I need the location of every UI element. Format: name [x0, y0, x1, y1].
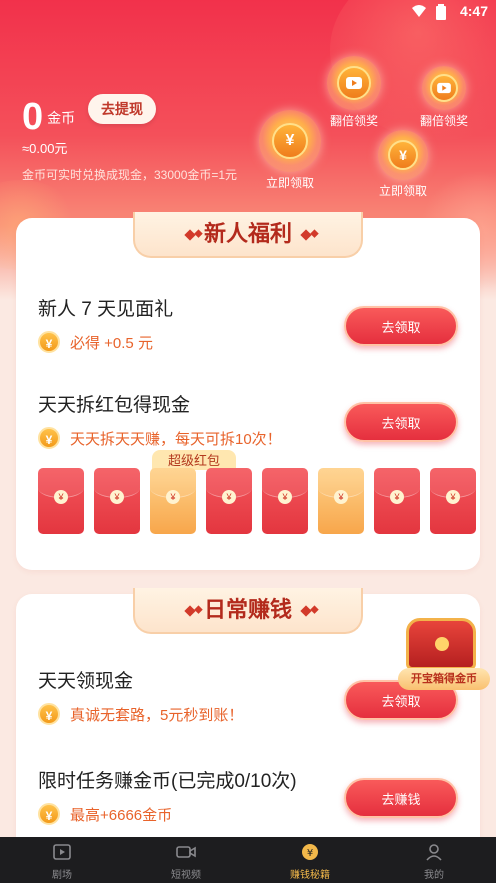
yen-coin-icon: ¥: [302, 844, 318, 860]
bottom-nav: 剧场 短视频 ¥ 赚钱秘籍 我的: [0, 837, 496, 883]
earn-button[interactable]: 去赚钱: [344, 778, 458, 818]
task-reward-text: 真诚无套路，5元秒到账！: [70, 706, 244, 724]
red-packet[interactable]: ¥: [430, 468, 476, 534]
video-camera-icon: [176, 846, 196, 858]
battery-icon: [436, 4, 446, 20]
nav-item-mine[interactable]: 我的: [372, 837, 496, 883]
double-reward-bubble[interactable]: 翻倍领奖: [414, 66, 474, 129]
super-red-packet-tag: 超级红包: [152, 450, 236, 470]
svg-text:¥: ¥: [307, 848, 313, 859]
treasure-chest-widget[interactable]: 开宝箱得金币: [398, 614, 494, 696]
yen-coin-icon: ¥: [38, 803, 60, 825]
nav-item-label: 我的: [424, 870, 444, 881]
bubble-label: 立即领取: [378, 184, 427, 198]
coin-balance-unit: 金币: [47, 109, 76, 126]
bubble-label: 翻倍领奖: [329, 114, 378, 128]
yen-coin-icon: ¥: [38, 703, 60, 725]
yen-coin-icon: ¥: [38, 331, 60, 353]
claim-coin-bubble[interactable]: ¥ 立即领取: [370, 130, 436, 199]
diamond-ornament-icon: [300, 229, 312, 241]
diamond-ornament-icon: [300, 605, 312, 617]
nav-item-earn-secrets[interactable]: ¥ 赚钱秘籍: [248, 837, 372, 883]
nav-item-short-video[interactable]: 短视频: [124, 837, 248, 883]
wifi-icon: [412, 5, 426, 17]
red-packet[interactable]: ¥: [262, 468, 308, 534]
nav-item-label: 剧场: [52, 870, 72, 881]
task-reward-text: 天天拆天天赚，每天可拆10次！: [70, 430, 282, 448]
coin-balance: 0 金币: [22, 96, 75, 139]
coin-balance-value: 0: [22, 96, 44, 138]
bubble-label: 立即领取: [265, 176, 314, 190]
red-packet[interactable]: ¥: [206, 468, 252, 534]
exchange-rate-note: 金币可实时兑换成现金，33000金币=1元: [22, 168, 238, 182]
status-time: 4:47: [459, 3, 488, 19]
nav-item-label: 赚钱秘籍: [290, 870, 330, 881]
yen-coin-icon: ¥: [38, 427, 60, 449]
diamond-ornament-icon: [184, 229, 196, 241]
red-packet-super[interactable]: ¥: [318, 468, 364, 534]
newbie-benefits-card: 新人福利 新人 7 天见面礼 ¥ 必得 +0.5 元 去领取 天天拆红包得现金 …: [16, 212, 480, 570]
treasure-chest-icon: [406, 618, 476, 670]
section-heading: 日常赚钱: [133, 588, 363, 634]
status-bar: 4:47: [0, 0, 496, 24]
bubble-label: 翻倍领奖: [419, 114, 468, 128]
cash-equivalent: ≈0.00元: [22, 141, 68, 156]
claim-coin-bubble[interactable]: ¥ 立即领取: [256, 110, 324, 191]
treasure-chest-label: 开宝箱得金币: [398, 668, 490, 690]
red-packet[interactable]: ¥: [94, 468, 140, 534]
task-reward-text: 必得 +0.5 元: [70, 334, 153, 352]
section-heading-text: 新人福利: [203, 221, 292, 246]
red-packet[interactable]: ¥: [38, 468, 84, 534]
diamond-ornament-icon: [184, 605, 196, 617]
section-heading-text: 日常赚钱: [203, 597, 292, 622]
red-packet[interactable]: ¥: [374, 468, 420, 534]
nav-item-label: 短视频: [171, 870, 201, 881]
task-reward-text: 最高+6666金币: [70, 806, 173, 824]
theater-icon: [53, 844, 71, 860]
double-reward-bubble[interactable]: 翻倍领奖: [322, 56, 386, 129]
red-packet-super[interactable]: ¥: [150, 468, 196, 534]
video-icon: [430, 74, 458, 102]
yen-coin-icon: ¥: [388, 140, 418, 170]
nav-item-theater[interactable]: 剧场: [0, 837, 124, 883]
person-icon: [426, 844, 442, 861]
video-icon: [337, 66, 371, 100]
section-heading: 新人福利: [133, 212, 363, 258]
withdraw-button[interactable]: 去提现: [88, 94, 156, 124]
red-packet-row: ¥ ¥ ¥ ¥ ¥ ¥ ¥ ¥: [38, 468, 480, 538]
claim-button[interactable]: 去领取: [344, 306, 458, 346]
claim-button[interactable]: 去领取: [344, 402, 458, 442]
yen-coin-icon: ¥: [272, 123, 308, 159]
